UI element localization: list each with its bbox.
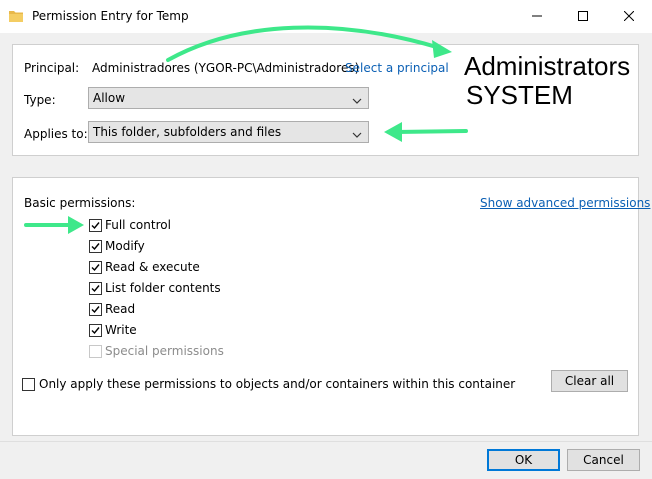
close-button[interactable] [606, 0, 652, 33]
basic-permissions-heading: Basic permissions: [24, 196, 136, 210]
principal-value: Administradores (YGOR-PC\Administradores… [92, 61, 360, 75]
annotation-line-1: Administrators [464, 51, 631, 81]
permission-label: Write [105, 323, 137, 337]
only-apply-label: Only apply these permissions to objects … [39, 377, 516, 391]
type-dropdown[interactable]: Allow [88, 87, 369, 109]
permission-label: Special permissions [105, 344, 224, 358]
permission-label: Read [105, 302, 136, 316]
clear-all-button[interactable]: Clear all [551, 370, 628, 392]
permission-label: Full control [105, 218, 171, 232]
title-bar: Permission Entry for Temp [0, 0, 652, 33]
annotation-line-2: SYSTEM [466, 80, 573, 110]
maximize-button[interactable] [560, 0, 606, 33]
maximize-icon [578, 10, 588, 24]
select-principal-link[interactable]: Select a principal [345, 61, 449, 75]
only-apply-checkbox[interactable] [22, 378, 35, 391]
type-label: Type: [24, 93, 56, 107]
principal-label: Principal: [24, 61, 80, 75]
permission-checkbox[interactable] [89, 282, 102, 295]
applies-to-dropdown-value: This folder, subfolders and files [93, 125, 282, 139]
show-advanced-permissions-link[interactable]: Show advanced permissions [480, 196, 650, 210]
checkmark-icon [91, 306, 100, 314]
permission-checkbox[interactable] [89, 303, 102, 316]
permission-checkbox[interactable] [89, 219, 102, 232]
window-title: Permission Entry for Temp [32, 9, 189, 23]
permission-label: Read & execute [105, 260, 200, 274]
ok-button[interactable]: OK [487, 449, 560, 471]
permission-checkbox [89, 345, 102, 358]
close-icon [623, 10, 635, 24]
permission-checkbox[interactable] [89, 240, 102, 253]
minimize-button[interactable] [514, 0, 560, 33]
folder-icon [9, 10, 23, 25]
checkmark-icon [91, 243, 100, 251]
minimize-icon [532, 10, 542, 24]
permission-checkbox[interactable] [89, 324, 102, 337]
applies-to-label: Applies to: [24, 127, 88, 141]
chevron-down-icon [352, 128, 362, 142]
chevron-down-icon [352, 94, 362, 108]
type-dropdown-value: Allow [93, 91, 126, 105]
cancel-button[interactable]: Cancel [567, 449, 640, 471]
permission-label: Modify [105, 239, 145, 253]
permission-checkbox[interactable] [89, 261, 102, 274]
checkmark-icon [91, 285, 100, 293]
checkmark-icon [91, 222, 100, 230]
permission-label: List folder contents [105, 281, 221, 295]
checkmark-icon [91, 264, 100, 272]
applies-to-dropdown[interactable]: This folder, subfolders and files [88, 121, 369, 143]
checkmark-icon [91, 327, 100, 335]
